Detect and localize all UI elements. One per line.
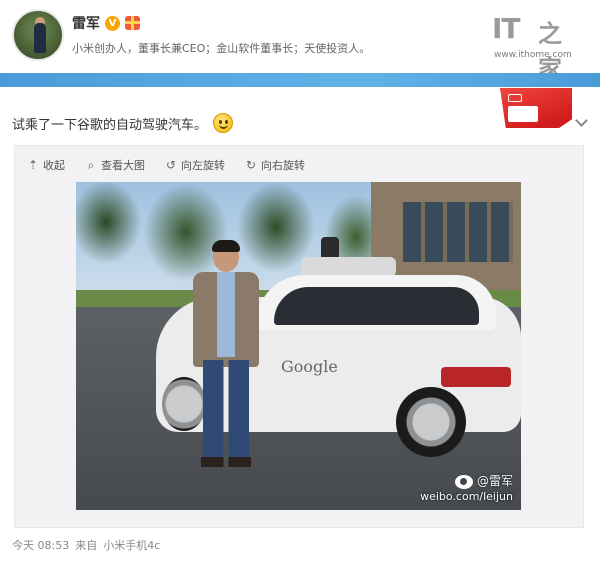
user-name[interactable]: 雷军 bbox=[72, 13, 100, 33]
roof-rack bbox=[301, 257, 396, 277]
media-panel: ⇡ 收起 ⌕ 查看大图 ↺ 向左旋转 ↻ 向右旋转 Google @雷军 wei… bbox=[14, 145, 584, 528]
smile-icon bbox=[213, 113, 234, 133]
card-icon bbox=[508, 106, 538, 122]
view-large-button[interactable]: ⌕ 查看大图 bbox=[85, 157, 145, 173]
profile-header: 雷军 V 小米创办人，董事长兼CEO；金山软件董事长；天使投资人。 IT 之家 … bbox=[0, 0, 600, 83]
promo-banner[interactable] bbox=[500, 88, 572, 128]
ithome-logo: IT 之家 www.ithome.com bbox=[492, 12, 584, 83]
search-icon: ⌕ bbox=[87, 157, 95, 172]
user-bio: 小米创办人，董事长兼CEO；金山软件董事长；天使投资人。 bbox=[72, 42, 371, 55]
post-text-content: 试乘了一下谷歌的自动驾驶汽车。 bbox=[12, 117, 208, 133]
collapse-icon: ⇡ bbox=[27, 158, 39, 172]
post-time[interactable]: 今天 08:53 bbox=[12, 537, 69, 553]
mi-logo-icon bbox=[508, 94, 522, 102]
rotate-right-button[interactable]: ↻ 向右旋转 bbox=[245, 157, 305, 173]
media-toolbar: ⇡ 收起 ⌕ 查看大图 ↺ 向左旋转 ↻ 向右旋转 bbox=[27, 157, 305, 173]
gift-icon[interactable] bbox=[125, 16, 140, 30]
rotate-left-label: 向左旋转 bbox=[181, 159, 225, 172]
avatar-figure bbox=[34, 23, 46, 53]
source-prefix: 来自 bbox=[75, 539, 98, 552]
rotate-right-label: 向右旋转 bbox=[261, 159, 305, 172]
person bbox=[191, 240, 261, 477]
post-source[interactable]: 小米手机4c bbox=[103, 537, 160, 553]
watermark-name: @雷军 bbox=[476, 474, 513, 488]
post-text: 试乘了一下谷歌的自动驾驶汽车。 bbox=[12, 113, 234, 133]
weibo-watermark: @雷军 weibo.com/leijun bbox=[420, 474, 513, 504]
logo-url: www.ithome.com bbox=[494, 50, 572, 60]
rotate-left-icon: ↺ bbox=[165, 158, 177, 172]
name-row: 雷军 V bbox=[72, 13, 140, 33]
post-footer: 今天 08:53 来自 小米手机4c bbox=[12, 537, 160, 553]
collapse-label: 收起 bbox=[43, 159, 65, 172]
avatar[interactable] bbox=[12, 9, 64, 61]
verified-icon: V bbox=[105, 15, 120, 31]
accent-bar bbox=[0, 73, 600, 87]
rear-wheel bbox=[396, 387, 466, 457]
collapse-button[interactable]: ⇡ 收起 bbox=[27, 157, 65, 173]
weibo-icon bbox=[454, 474, 473, 489]
watermark-url: weibo.com/leijun bbox=[420, 490, 513, 503]
post-photo[interactable]: Google @雷军 weibo.com/leijun bbox=[76, 182, 521, 510]
car-windows bbox=[274, 287, 479, 325]
logo-brand: IT bbox=[492, 12, 521, 45]
car-brand-text: Google bbox=[281, 357, 338, 376]
view-large-label: 查看大图 bbox=[101, 159, 145, 172]
rotate-right-icon: ↻ bbox=[245, 158, 257, 172]
rotate-left-button[interactable]: ↺ 向左旋转 bbox=[165, 157, 225, 173]
tail-light bbox=[441, 367, 511, 387]
chevron-down-icon[interactable] bbox=[575, 114, 588, 127]
